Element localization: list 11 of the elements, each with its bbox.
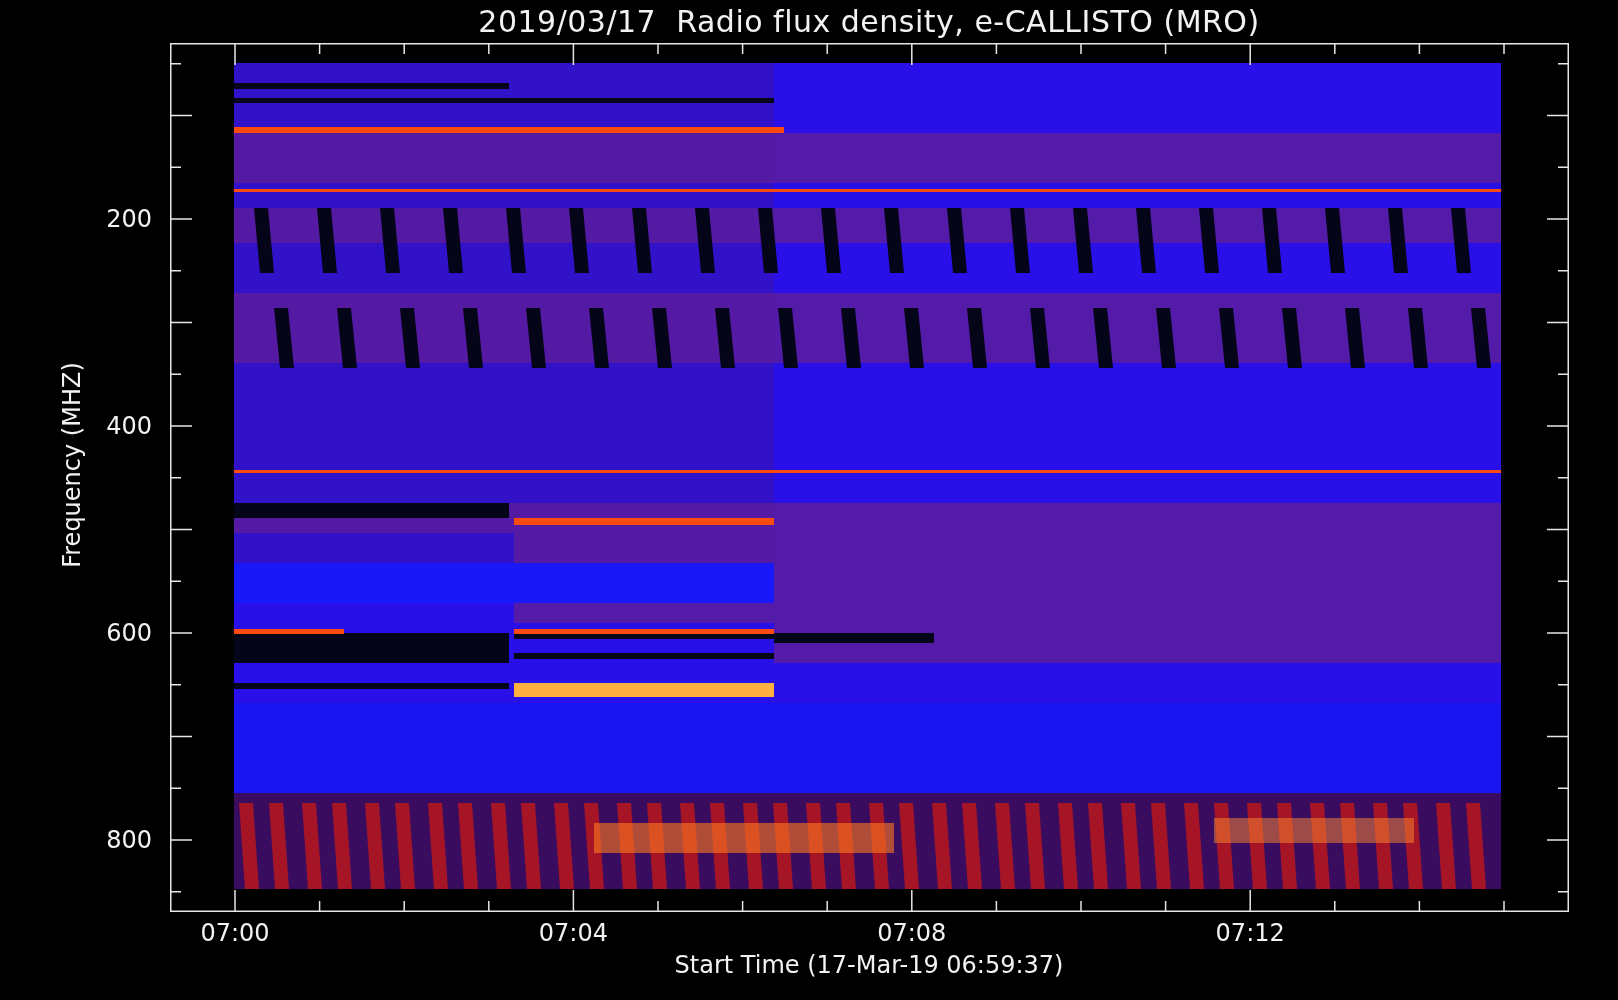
- y-tick-label: 200: [106, 205, 152, 233]
- x-tick-label: 07:08: [877, 919, 947, 947]
- y-tick-label: 600: [106, 619, 152, 647]
- x-tick-label: 07:12: [1215, 919, 1285, 947]
- y-tick-label: 800: [106, 826, 152, 854]
- x-tick-label: 07:00: [200, 919, 270, 947]
- x-tick-label: 07:04: [538, 919, 608, 947]
- x-axis-label: Start Time (17-Mar-19 06:59:37): [674, 951, 1064, 979]
- chart-title: 2019/03/17 Radio flux density, e-CALLISTO (MRO): [478, 4, 1260, 39]
- y-axis-label: Frequency (MHZ): [58, 362, 86, 568]
- y-tick-label: 400: [106, 412, 152, 440]
